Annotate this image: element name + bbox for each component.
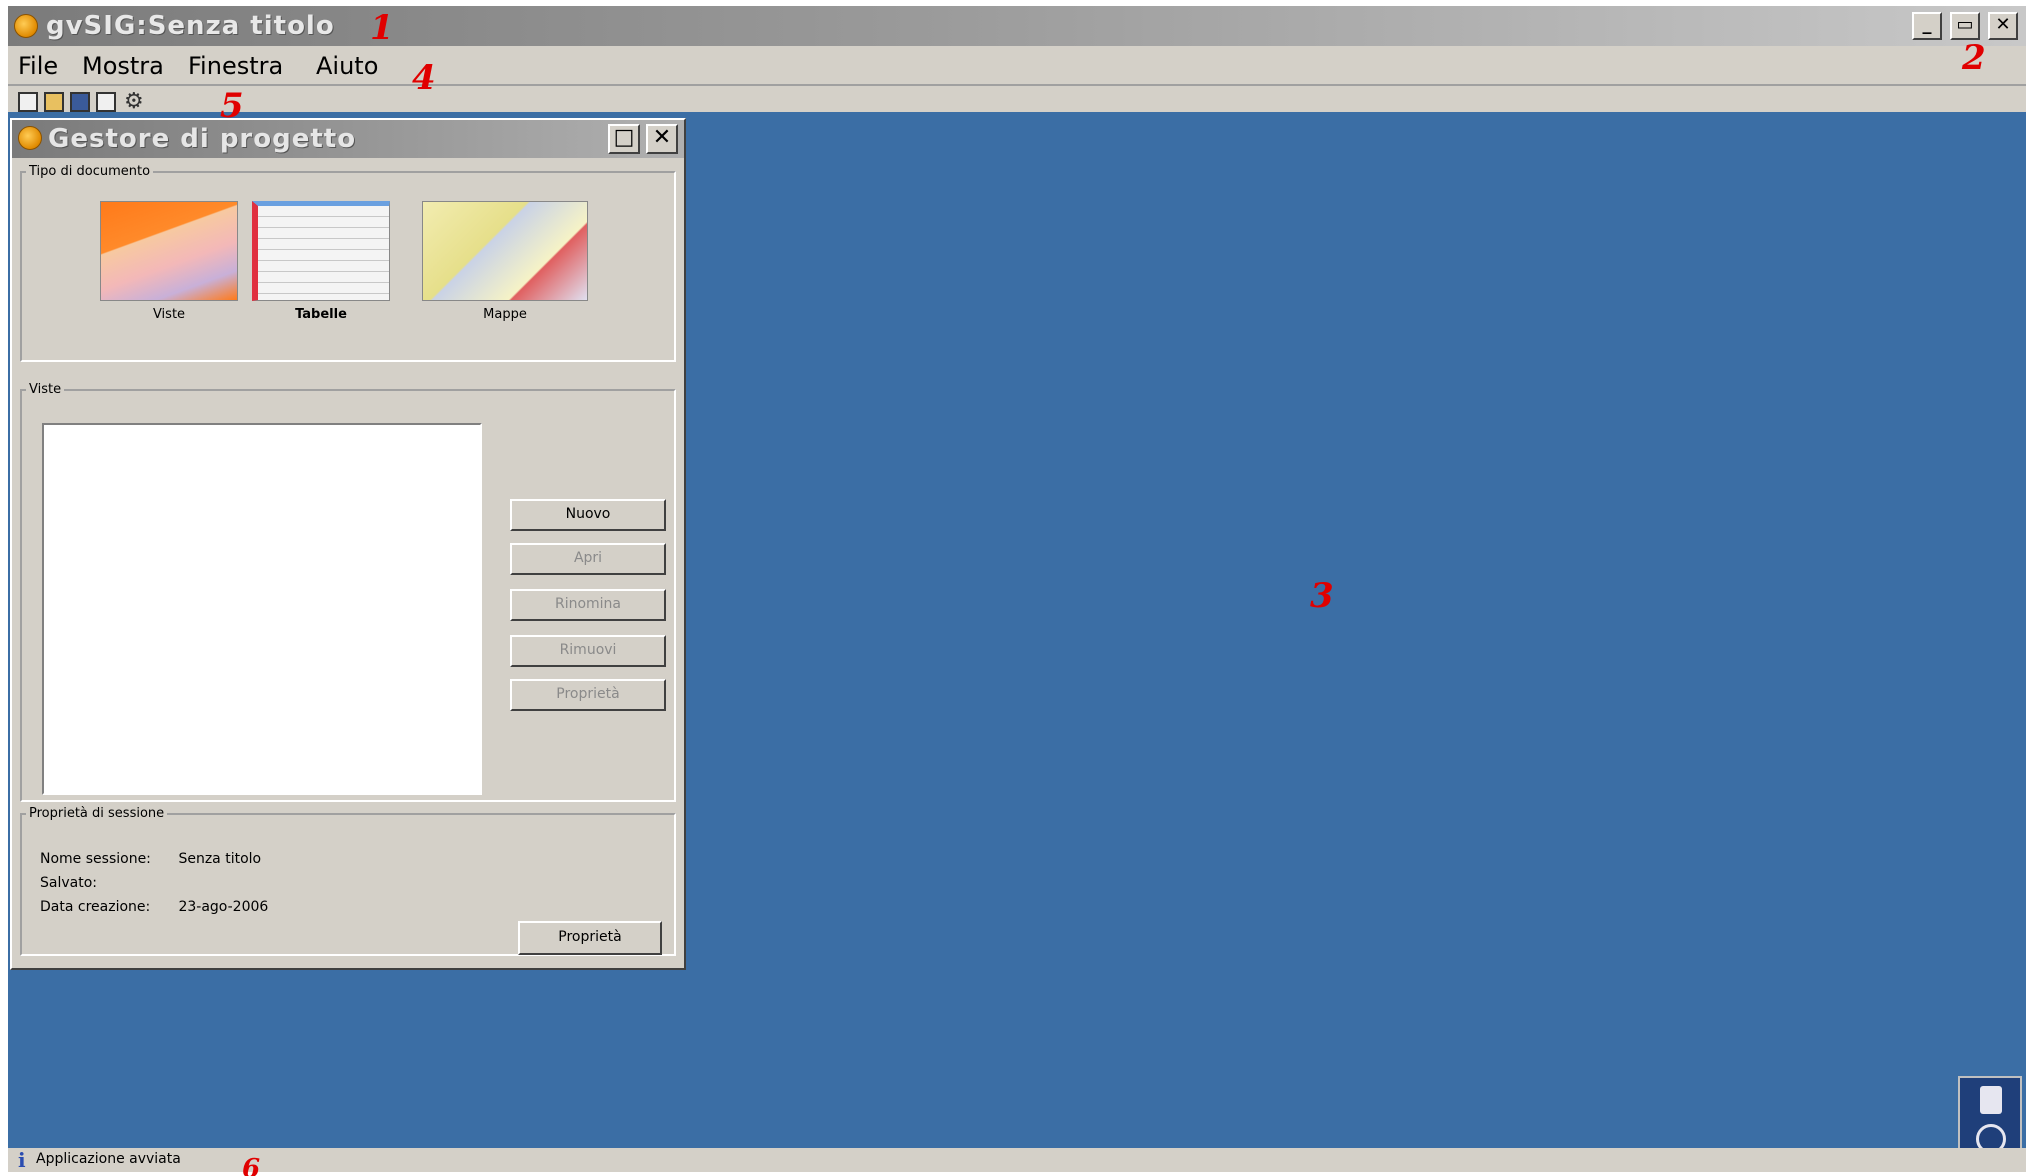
settings-icon[interactable]: ⚙ bbox=[124, 91, 144, 113]
session-properties-legend: Proprietà di sessione bbox=[29, 806, 165, 821]
document-type-legend: Tipo di documento bbox=[29, 164, 151, 179]
gvsig-logo-icon bbox=[18, 126, 42, 150]
info-icon: i bbox=[18, 1148, 26, 1172]
view-icon bbox=[100, 201, 238, 301]
doc-type-label: Mappe bbox=[483, 307, 527, 322]
menu-mostra[interactable]: Mostra bbox=[82, 52, 164, 80]
session-name-row: Nome sessione: Senza titolo bbox=[40, 851, 261, 867]
annotation-1: 1 bbox=[370, 8, 394, 48]
minimize-button[interactable]: _ bbox=[1912, 12, 1942, 40]
document-properties-button[interactable]: Proprietà bbox=[510, 679, 666, 711]
session-name-key: Nome sessione: bbox=[40, 851, 151, 867]
documents-list[interactable] bbox=[42, 423, 482, 795]
session-saved-key: Salvato: bbox=[40, 875, 97, 891]
annotation-2: 2 bbox=[1962, 38, 1986, 78]
open-project-icon[interactable] bbox=[44, 92, 64, 112]
session-properties-button[interactable]: Proprietà bbox=[518, 921, 662, 955]
table-icon bbox=[252, 201, 390, 301]
project-manager-maximize-button[interactable]: □ bbox=[608, 124, 640, 154]
info-icon[interactable] bbox=[1980, 1086, 2002, 1114]
doc-type-tabelle[interactable]: Tabelle bbox=[252, 201, 390, 322]
session-created-value: 23-ago-2006 bbox=[178, 899, 269, 915]
documents-group: Viste Nuovo Apri Rinomina Rimuovi Propri… bbox=[20, 382, 676, 802]
session-name-value: Senza titolo bbox=[178, 851, 262, 867]
annotation-6: 6 bbox=[242, 1154, 261, 1176]
menu-file[interactable]: File bbox=[18, 52, 58, 80]
new-document-button[interactable]: Nuovo bbox=[510, 499, 666, 531]
session-properties-group: Proprietà di sessione Nome sessione: Sen… bbox=[20, 806, 676, 956]
gvsig-main-window: gvSIG:Senza titolo _ ▭ ✕ File Mostra Fin… bbox=[8, 6, 2026, 1176]
annotation-4: 4 bbox=[412, 58, 436, 98]
doc-type-mappe[interactable]: Mappe bbox=[422, 201, 588, 322]
document-type-group: Tipo di documento Viste Tabelle Mappe bbox=[20, 164, 676, 362]
gvsig-logo-icon bbox=[14, 14, 38, 38]
annotation-5: 5 bbox=[220, 86, 244, 126]
title-bar[interactable]: gvSIG:Senza titolo _ ▭ ✕ bbox=[8, 6, 2026, 46]
doc-type-label: Viste bbox=[152, 307, 186, 322]
status-text: Applicazione avviata bbox=[36, 1151, 181, 1167]
window-title: gvSIG:Senza titolo bbox=[46, 11, 335, 41]
doc-type-viste[interactable]: Viste bbox=[100, 201, 238, 322]
documents-legend: Viste bbox=[29, 382, 62, 397]
save-project-icon[interactable] bbox=[70, 92, 90, 112]
status-bar: i Applicazione avviata bbox=[8, 1148, 2026, 1172]
map-icon bbox=[422, 201, 588, 301]
menu-finestra[interactable]: Finestra bbox=[188, 52, 283, 80]
session-created-row: Data creazione: 23-ago-2006 bbox=[40, 899, 268, 915]
maximize-button[interactable]: ▭ bbox=[1950, 12, 1980, 40]
session-saved-row: Salvato: bbox=[40, 875, 174, 891]
new-project-icon[interactable] bbox=[18, 92, 38, 112]
project-manager-close-button[interactable]: ✕ bbox=[646, 124, 678, 154]
project-manager-title: Gestore di progetto bbox=[48, 124, 357, 154]
project-properties-icon[interactable] bbox=[96, 92, 116, 112]
remove-document-button[interactable]: Rimuovi bbox=[510, 635, 666, 667]
doc-type-label: Tabelle bbox=[295, 307, 347, 322]
menu-bar: File Mostra Finestra Aiuto bbox=[8, 48, 2026, 86]
rename-document-button[interactable]: Rinomina bbox=[510, 589, 666, 621]
project-manager-window: Gestore di progetto □ ✕ Tipo di document… bbox=[10, 118, 686, 970]
menu-aiuto[interactable]: Aiuto bbox=[316, 52, 378, 80]
close-button[interactable]: ✕ bbox=[1988, 12, 2018, 40]
session-created-key: Data creazione: bbox=[40, 899, 151, 915]
project-manager-title-bar[interactable]: Gestore di progetto □ ✕ bbox=[12, 120, 684, 158]
open-document-button[interactable]: Apri bbox=[510, 543, 666, 575]
annotation-3: 3 bbox=[1310, 576, 1334, 616]
